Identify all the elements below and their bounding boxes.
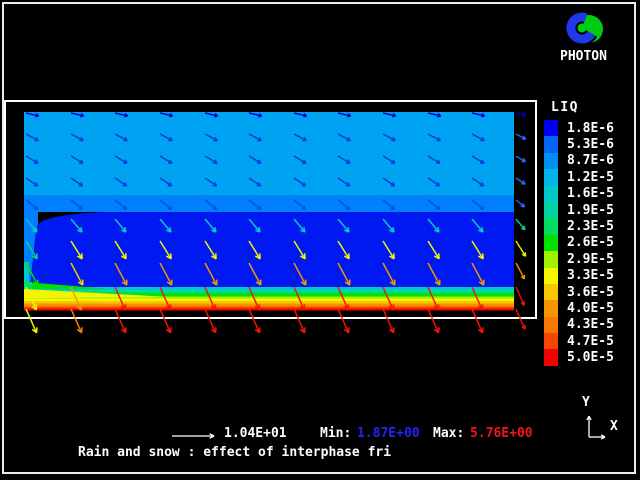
axis-y-label: Y [582,396,590,409]
legend-value: 1.8E-6 [567,121,614,136]
legend-row: 1.2E-5 [544,169,636,185]
legend-value: 4.3E-5 [567,317,614,332]
legend-row: 5.3E-6 [544,136,636,152]
legend-swatch [544,349,558,365]
legend-row: 1.6E-5 [544,186,636,202]
photon-logo-icon [560,6,608,50]
legend-value: 4.7E-5 [567,334,614,349]
legend-value: 3.6E-5 [567,285,614,300]
legend-swatch [544,136,558,152]
plot-caption: Rain and snow : effect of interphase fri [78,446,391,459]
legend-row: 4.0E-5 [544,300,636,316]
legend-swatch [544,169,558,185]
vector-scale-value: 1.04E+01 [224,427,287,440]
legend-row: 1.8E-6 [544,120,636,136]
legend-panel: LIQ 1.8E-65.3E-68.7E-6 1.2E-51.6E-5 1.9E-5… [544,100,636,366]
max-label: Max: [433,427,464,440]
axis-x-label: X [610,420,618,433]
app-window: PHOTON LIQ 1.8E-65.3E-68.7E-6 1.2E-51.6E-… [0,0,640,480]
legend-value: 1.2E-5 [567,170,614,185]
legend-row: 1.9E-5 [544,202,636,218]
min-value: 1.87E+00 [357,427,420,440]
legend-row: 8.7E-6 [544,153,636,169]
legend-swatch [544,251,558,267]
max-value: 5.76E+00 [470,427,533,440]
legend-row: 2.6E-5 [544,235,636,251]
legend-row: 4.3E-5 [544,317,636,333]
legend-row: 5.0E-5 [544,349,636,365]
legend-swatch [544,284,558,300]
contour-field [24,112,514,311]
legend-value: 3.3E-5 [567,268,614,283]
legend-row: 3.6E-5 [544,284,636,300]
legend-swatch [544,300,558,316]
legend-title: LIQ [551,100,636,115]
legend-swatch [544,218,558,234]
min-label: Min: [320,427,351,440]
legend-swatch [544,317,558,333]
legend-value: 1.9E-5 [567,203,614,218]
legend-value: 4.0E-5 [567,301,614,316]
legend-swatch [544,235,558,251]
legend-swatch [544,202,558,218]
legend-swatch [544,268,558,284]
legend-swatch [544,186,558,202]
photon-label: PHOTON [560,50,607,63]
legend-value: 2.9E-5 [567,252,614,267]
legend-swatch [544,153,558,169]
legend-value: 1.6E-5 [567,186,614,201]
legend-value: 5.3E-6 [567,137,614,152]
legend-swatch [544,333,558,349]
legend-row: 2.9E-5 [544,251,636,267]
legend-value: 2.3E-5 [567,219,614,234]
legend-row: 2.3E-5 [544,218,636,234]
legend-row: 3.3E-5 [544,268,636,284]
legend-entries: 1.8E-65.3E-68.7E-6 1.2E-51.6E-5 1.9E-52.3E… [544,120,636,366]
legend-swatch [544,120,558,136]
legend-value: 8.7E-6 [567,153,614,168]
legend-value: 5.0E-5 [567,350,614,365]
legend-value: 2.6E-5 [567,235,614,250]
legend-row: 4.7E-5 [544,333,636,349]
